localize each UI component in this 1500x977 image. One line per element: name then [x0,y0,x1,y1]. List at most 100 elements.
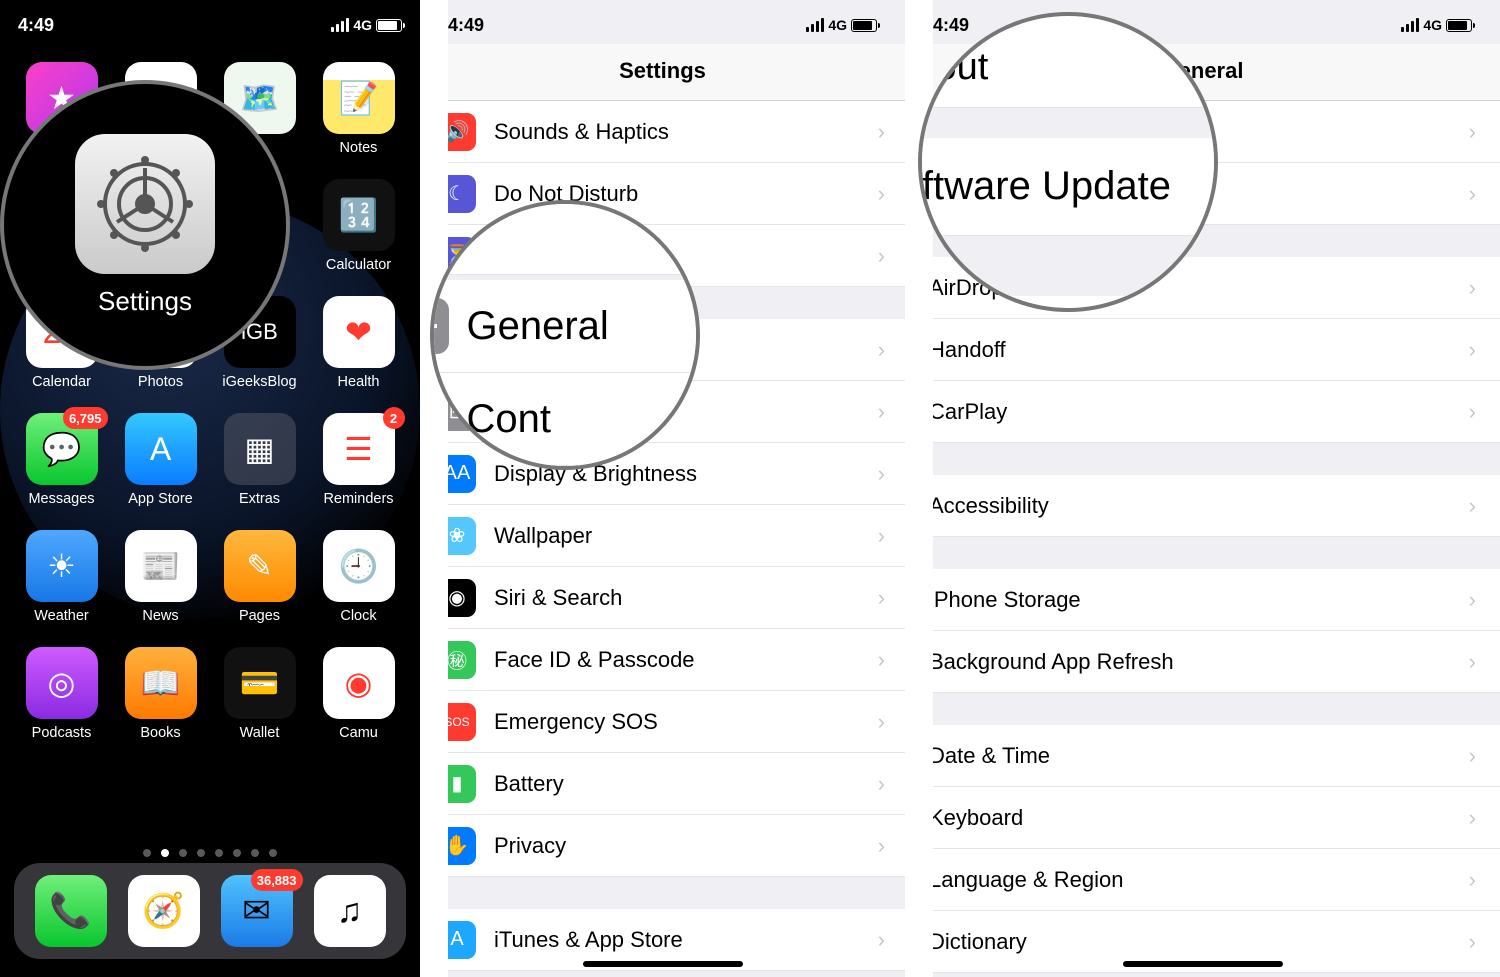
status-network: 4G [1423,17,1442,33]
app-books[interactable]: 📖 Books [117,647,204,762]
app-messages[interactable]: 💬6,795Messages [18,413,105,528]
calculator-icon: 🔢 [323,179,395,251]
row-label: Siri & Search [494,585,878,611]
general-row-date-time[interactable]: Date & Time [905,725,1500,787]
app-reminders[interactable]: ☰2Reminders [315,413,402,528]
signal-icon [331,18,349,32]
badge: 2 [383,407,405,429]
page-dot[interactable] [161,849,169,857]
chevron-icon [1469,493,1476,519]
chevron-icon [878,181,885,207]
page-dot[interactable] [233,849,241,857]
page-dot[interactable] [269,849,277,857]
page-dot[interactable] [179,849,187,857]
chevron-icon [878,399,885,425]
settings-row-emergency-sos[interactable]: SOSEmergency SOS [420,691,905,753]
app-notes[interactable]: 📝 Notes [315,62,402,177]
nav-title: Settings [420,44,905,101]
battery-icon [851,19,877,32]
page-dots[interactable] [0,849,420,857]
chevron-icon [878,243,885,269]
app-label: Books [140,725,180,741]
chevron-icon [1469,649,1476,675]
notes-icon: 📝 [323,62,395,134]
app-label: Calendar [32,374,91,390]
home-indicator[interactable] [583,961,743,967]
app-label: Reminders [323,491,393,507]
page-dot[interactable] [143,849,151,857]
app-news[interactable]: 📰News [117,530,204,645]
general-row-keyboard[interactable]: Keyboard [905,787,1500,849]
general-row-background-app-refresh[interactable]: Background App Refresh [905,631,1500,693]
app-camu[interactable]: ◉Camu [315,647,402,762]
page-dot[interactable] [197,849,205,857]
books-icon: 📖 [125,647,197,719]
podcasts-icon: ◎ [26,647,98,719]
chevron-icon [878,771,885,797]
app-clock[interactable]: 🕘Clock [315,530,402,645]
row-label: Face ID & Passcode [494,647,878,673]
app-label: Notes [340,140,378,156]
app-label: Extras [239,491,280,507]
settings-row-wallpaper[interactable]: ❀Wallpaper [420,505,905,567]
app-extras[interactable]: ▦ Extras [216,413,303,528]
section-gap [905,443,1500,475]
settings-row-display-brightness[interactable]: AADisplay & Brightness [420,443,905,505]
settings-app-icon[interactable] [75,134,215,274]
dock-music[interactable]: ♫ [314,875,386,947]
chevron-icon [1469,337,1476,363]
section-gap [905,537,1500,569]
signal-icon [1401,18,1419,32]
chevron-icon [878,709,885,735]
mag-gap [918,108,1218,138]
general-row-handoff[interactable]: Handoff [905,319,1500,381]
page-dot[interactable] [251,849,259,857]
settings-row-sounds-haptics[interactable]: 🔊Sounds & Haptics [420,101,905,163]
settings-row-battery[interactable]: ▮Battery [420,753,905,815]
chevron-icon [1469,743,1476,769]
status-bar: 4:49 4G [0,0,420,44]
chevron-icon [1469,867,1476,893]
gear-icon [95,154,195,254]
badge: 6,795 [63,407,108,429]
dock: 📞 🧭 ✉36,883 ♫ [14,863,406,959]
pages-icon: ✎ [224,530,296,602]
clock-icon: 🕘 [323,530,395,602]
app-label: iGeeksBlog [222,374,296,390]
row-label: Dictionary [929,929,1469,955]
page-dot[interactable] [215,849,223,857]
general-row-language-region[interactable]: Language & Region [905,849,1500,911]
app-wallet[interactable]: 💳Wallet [216,647,303,762]
news-icon: 📰 [125,530,197,602]
status-right: 4G [331,17,402,33]
general-row-accessibility[interactable]: Accessibility [905,475,1500,537]
settings-row-privacy[interactable]: ✋Privacy [420,815,905,877]
general-row-iphone-storage[interactable]: iPhone Storage [905,569,1500,631]
settings-row-face-id-passcode[interactable]: ㊙Face ID & Passcode [420,629,905,691]
extras-icon: ▦ [224,413,296,485]
app-appstore[interactable]: AApp Store [117,413,204,528]
status-right: 4G [806,17,877,33]
magnifier-settings-app: Settings [0,80,290,370]
app-label: Calculator [326,257,391,273]
chevron-icon [878,119,885,145]
signal-icon [806,18,824,32]
dock-mail[interactable]: ✉36,883 [221,875,293,947]
weather-icon: ☀ [26,530,98,602]
home-indicator[interactable] [1123,961,1283,967]
mag-row-general[interactable]: General [430,280,700,373]
app-label: Wallet [240,725,280,741]
app-podcasts[interactable]: ◎ Podcasts [18,647,105,762]
row-label: Date & Time [929,743,1469,769]
app-label: Podcasts [32,725,92,741]
mag-row-software-update[interactable]: Software Update [918,138,1218,236]
app-pages[interactable]: ✎Pages [216,530,303,645]
dock-phone[interactable]: 📞 [35,875,107,947]
app-health[interactable]: ❤Health [315,296,402,411]
dock-safari[interactable]: 🧭 [128,875,200,947]
general-row-carplay[interactable]: CarPlay [905,381,1500,443]
app-calculator[interactable]: 🔢 Calculator [315,179,402,294]
settings-row-do-not-disturb[interactable]: ☾Do Not Disturb [420,163,905,225]
settings-row-siri-search[interactable]: ◉Siri & Search [420,567,905,629]
app-weather[interactable]: ☀Weather [18,530,105,645]
